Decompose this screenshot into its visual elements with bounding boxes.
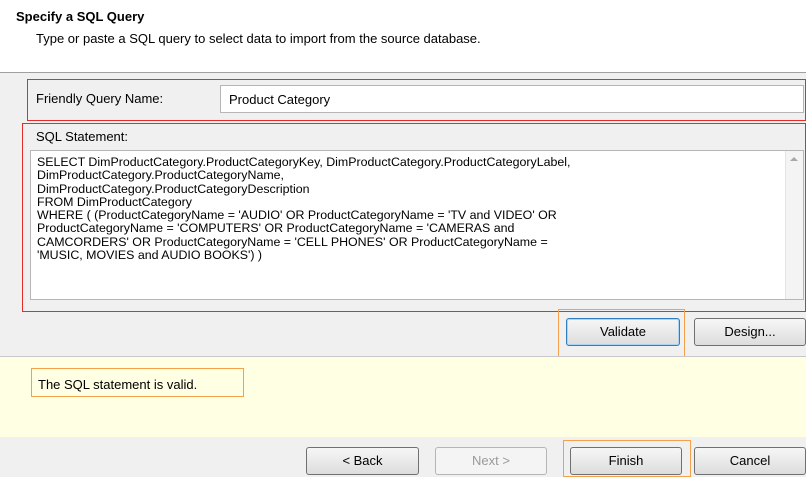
sql-statement-label: SQL Statement: bbox=[36, 129, 129, 144]
friendly-query-name-label: Friendly Query Name: bbox=[36, 91, 164, 106]
sql-statement-text[interactable]: SELECT DimProductCategory.ProductCategor… bbox=[37, 155, 781, 262]
finish-highlight bbox=[563, 440, 691, 477]
back-button[interactable]: < Back bbox=[306, 447, 419, 475]
status-highlight bbox=[31, 368, 244, 397]
wizard-header: Specify a SQL Query Type or paste a SQL … bbox=[0, 0, 806, 73]
sql-scrollbar[interactable] bbox=[785, 151, 803, 299]
page-title: Specify a SQL Query bbox=[16, 9, 145, 24]
cancel-button[interactable]: Cancel bbox=[694, 447, 806, 475]
friendly-query-name-input[interactable] bbox=[220, 85, 804, 113]
sql-statement-textarea[interactable]: SELECT DimProductCategory.ProductCategor… bbox=[30, 150, 804, 300]
scroll-up-arrow-icon[interactable] bbox=[790, 157, 798, 161]
next-button[interactable]: Next > bbox=[435, 447, 547, 475]
page-subtitle: Type or paste a SQL query to select data… bbox=[36, 31, 481, 46]
design-button[interactable]: Design... bbox=[694, 318, 806, 346]
